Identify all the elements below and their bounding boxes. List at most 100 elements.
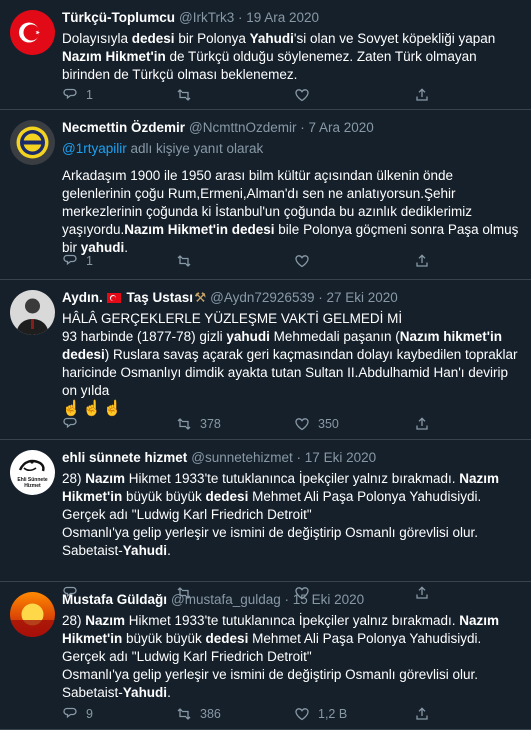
retweet-button[interactable] xyxy=(176,87,200,103)
tweet[interactable]: Necmettin Özdemir @NcmttnOzdemir · 7 Ara … xyxy=(0,110,531,280)
text-segment: yaşıyordu. xyxy=(62,222,125,237)
tweet-date[interactable]: 27 Eki 2020 xyxy=(326,290,397,305)
like-button[interactable]: 1,2 B xyxy=(294,706,347,722)
reply-icon xyxy=(63,254,77,266)
tweet-feed: Türkçü-Toplumcu @IrkTrk3 · 19 Ara 2020 Dol… xyxy=(0,0,531,730)
highlighted-term: Nazım xyxy=(459,471,500,486)
text-segment: on yılda xyxy=(62,383,110,398)
user-handle[interactable]: @NcmttnOzdemir xyxy=(189,120,296,135)
reply-count: 1 xyxy=(86,254,93,268)
highlighted-term: Yahudi xyxy=(249,31,294,46)
highlighted-term: Yahudi xyxy=(122,685,168,700)
text-segment: Hikmet 1933'te tutuklanınca İpekçiler ya… xyxy=(125,471,460,486)
tweet-date[interactable]: 7 Ara 2020 xyxy=(309,120,374,135)
text-segment: Osmanlı'ya gelip yerleşir ve ismini de d… xyxy=(62,525,478,540)
like-button[interactable] xyxy=(294,253,318,269)
tweet-actions: 9 386 1,2 B xyxy=(62,704,531,724)
tweet-text-line: 93 harbinde (1877-78) gizli yahudi Mehme… xyxy=(62,328,523,346)
highlighted-term: Hikmet'in xyxy=(62,631,123,646)
text-segment: 'si olan ve Sovyet köpekliği yapan xyxy=(293,31,496,46)
hammer-pick-emoji-icon: ⚒ xyxy=(194,290,207,305)
retweet-icon xyxy=(177,418,191,430)
reply-icon xyxy=(63,417,77,429)
text-segment: Mehmedali paşanın ( xyxy=(269,329,400,344)
highlighted-term: dedesi xyxy=(131,31,175,46)
tweet-text-line: merkezlerinin çoğunda ki İstanbul'un çoğ… xyxy=(62,203,523,221)
share-icon xyxy=(416,707,428,720)
text-segment: . xyxy=(167,685,171,700)
display-name[interactable]: Mustafa Güldağı xyxy=(62,592,167,607)
tweet-date[interactable]: 17 Eki 2020 xyxy=(305,450,376,465)
highlighted-term: Nazım xyxy=(85,613,126,628)
text-segment: . xyxy=(167,543,171,558)
tweet-date[interactable]: 15 Eki 2020 xyxy=(293,592,364,607)
tweet-text: HÂLÂ GERÇEKLERLE YÜZLEŞME VAKTİ GELMEDİ … xyxy=(62,310,523,418)
display-name[interactable]: Türkçü-Toplumcu xyxy=(62,10,175,25)
tweet-text-line: Osmanlı'ya gelip yerleşir ve ismini de d… xyxy=(62,524,523,542)
avatar[interactable] xyxy=(10,120,55,165)
user-handle[interactable]: @Aydn72926539 xyxy=(210,290,314,305)
tweet-date[interactable]: 19 Ara 2020 xyxy=(246,10,319,25)
tweet-text-line: Gerçek adı "Ludwig Karl Friedrich Detroi… xyxy=(62,648,523,666)
reply-button[interactable]: 1 xyxy=(62,253,93,269)
tweet-text-line: gelenlerinin çoğu Rum,Ermeni,Alman'dı se… xyxy=(62,185,523,203)
text-segment: Gerçek adı "Ludwig Karl Friedrich Detroi… xyxy=(62,649,312,664)
tweet-text-line: 28) Nazım Hikmet 1933'te tutuklanınca İp… xyxy=(62,470,523,488)
display-name-suffix[interactable]: Taş Ustası xyxy=(123,290,194,305)
replying-to-link[interactable]: @1rtyapilir xyxy=(62,141,127,156)
avatar[interactable]: Ehli Sünnete Hizmet xyxy=(10,450,55,495)
tweet-text-line: yaşıyordu.Nazım Hikmet'in dedesi bile Po… xyxy=(62,221,523,239)
avatar[interactable] xyxy=(10,10,55,55)
reply-icon xyxy=(63,88,77,100)
like-button[interactable] xyxy=(294,87,318,103)
tweet-actions: 1 xyxy=(62,85,531,105)
share-button[interactable] xyxy=(414,87,430,103)
reply-button[interactable] xyxy=(62,416,86,432)
share-button[interactable] xyxy=(414,706,430,722)
text-segment: 28) xyxy=(62,613,86,628)
text-segment: Hikmet 1933'te tutuklanınca İpekçiler ya… xyxy=(125,613,460,628)
user-handle[interactable]: @mustafa_guldag xyxy=(171,592,281,607)
reply-count: 1 xyxy=(86,88,93,102)
tweet[interactable]: Türkçü-Toplumcu @IrkTrk3 · 19 Ara 2020 Dol… xyxy=(0,0,531,110)
tweet[interactable]: Mustafa Güldağı @mustafa_guldag · 15 Eki … xyxy=(0,582,531,730)
retweet-button[interactable]: 386 xyxy=(176,706,221,722)
tweet-text-line: 28) Nazım Hikmet 1933'te tutuklanınca İp… xyxy=(62,612,523,630)
display-name[interactable]: Aydın. xyxy=(62,290,103,305)
share-icon xyxy=(416,417,428,430)
text-segment: Mehmet Ali Paşa Polonya Yahudisiydi. xyxy=(248,489,482,504)
user-handle[interactable]: @sunnetehizmet xyxy=(191,450,293,465)
reply-button[interactable]: 1 xyxy=(62,87,93,103)
replying-to-text: adlı kişiye yanıt olarak xyxy=(126,141,264,156)
avatar[interactable] xyxy=(10,592,55,637)
highlighted-term: dedesi xyxy=(62,347,105,362)
tweet-header: ehli sünnete hizmet @sunnetehizmet · 17 E… xyxy=(62,449,523,467)
like-button[interactable]: 350 xyxy=(294,416,339,432)
share-button[interactable] xyxy=(414,253,430,269)
display-name[interactable]: Necmettin Özdemir xyxy=(62,120,185,135)
highlighted-term: Yahudi xyxy=(122,543,168,558)
avatar[interactable] xyxy=(10,290,55,335)
highlighted-term: dedesi xyxy=(205,631,249,646)
heart-icon xyxy=(295,418,309,431)
text-segment: büyük büyük xyxy=(122,489,206,504)
tweet-text-line: Dolayısıyla dedesi bir Polonya Yahudi'si… xyxy=(62,30,523,48)
share-button[interactable] xyxy=(414,416,430,432)
text-segment: bile Polonya göçmeni sonra Paşa olmuş xyxy=(274,222,519,237)
retweet-button[interactable]: 378 xyxy=(176,416,221,432)
like-count: 350 xyxy=(318,417,339,431)
tweet-text: Arkadaşım 1900 ile 1950 arası bilm kültü… xyxy=(62,167,523,257)
share-icon xyxy=(416,254,428,267)
tweet-actions: 1 xyxy=(62,251,531,271)
tweet[interactable]: Aydın. Taş Ustası⚒ @Aydn72926539 · 27 Eki… xyxy=(0,280,531,440)
separator-dot: · xyxy=(314,290,327,305)
reply-button[interactable]: 9 xyxy=(62,706,93,722)
display-name[interactable]: ehli sünnete hizmet xyxy=(62,450,187,465)
tweet[interactable]: Ehli Sünnete Hizmet ehli sünnete hizmet @s… xyxy=(0,440,531,600)
tweet-text-line: Hikmet'in büyük büyük dedesi Mehmet Ali … xyxy=(62,630,523,648)
text-segment: bir Polonya xyxy=(174,31,250,46)
tweet-header: Mustafa Güldağı @mustafa_guldag · 15 Eki … xyxy=(62,591,523,609)
user-handle[interactable]: @IrkTrk3 xyxy=(179,10,234,25)
tweet-text-line: Nazım Hikmet'in de Türkçü olduğu söylene… xyxy=(62,48,523,66)
retweet-button[interactable] xyxy=(176,253,200,269)
